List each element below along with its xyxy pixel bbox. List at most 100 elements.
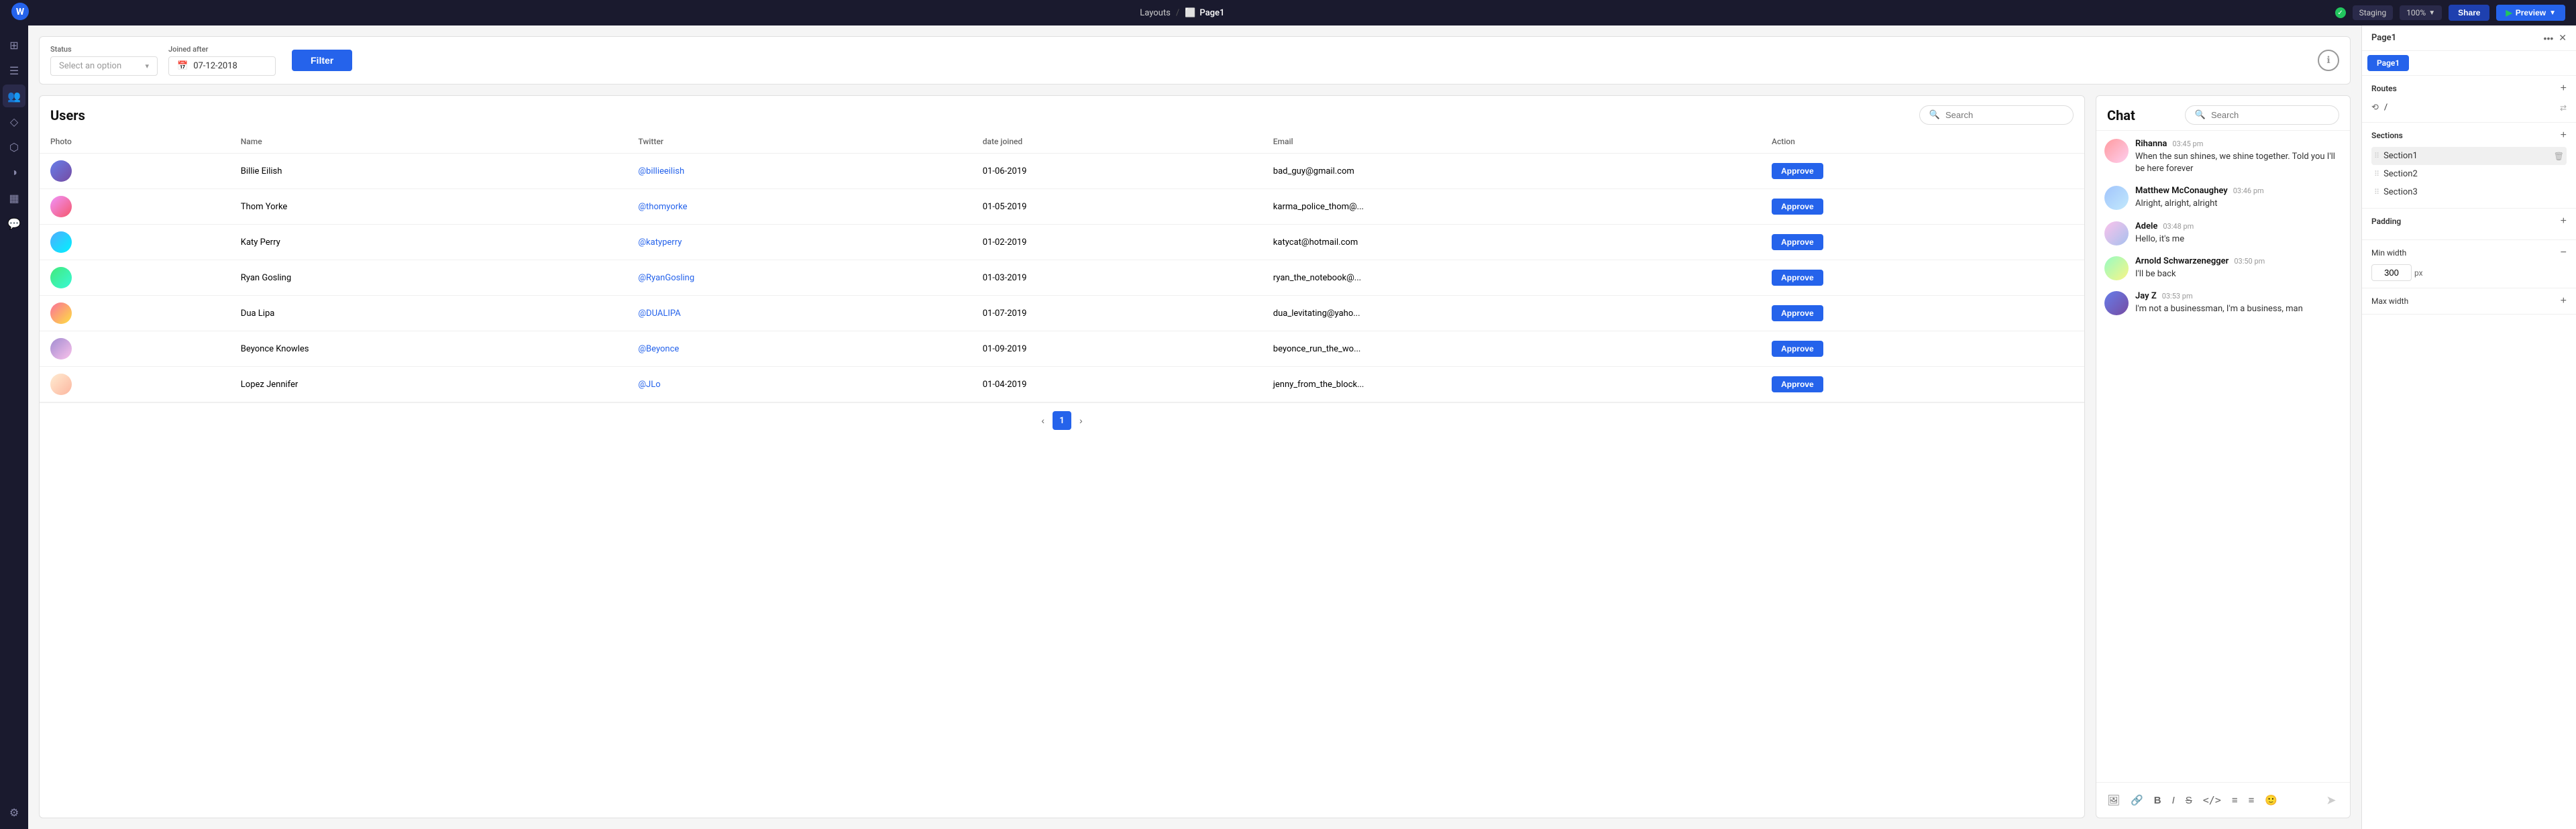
- add-padding-button[interactable]: +: [2561, 215, 2567, 227]
- sidebar-icon-list[interactable]: ☰: [3, 59, 25, 82]
- approve-button[interactable]: Approve: [1772, 270, 1823, 286]
- share-button[interactable]: Share: [2449, 5, 2489, 21]
- users-search-box[interactable]: 🔍: [1919, 105, 2074, 125]
- cell-date: 01-09-2019: [972, 331, 1263, 367]
- twitter-link[interactable]: @JLo: [638, 380, 660, 390]
- twitter-link[interactable]: @katyperry: [638, 237, 682, 247]
- sidebar-icon-shapes[interactable]: ◇: [3, 110, 25, 133]
- approve-button[interactable]: Approve: [1772, 199, 1823, 215]
- sidebar-icon-layers[interactable]: ◑: [3, 161, 25, 184]
- twitter-link[interactable]: @thomyorke: [638, 202, 687, 212]
- twitter-link[interactable]: @RyanGosling: [638, 273, 694, 283]
- status-select[interactable]: Select an option ▾: [50, 56, 158, 76]
- cell-email: dua_levitating@yaho...: [1263, 296, 1761, 331]
- max-width-add-button[interactable]: +: [2561, 295, 2567, 307]
- code-button[interactable]: </>: [2200, 793, 2224, 808]
- table-row: Thom Yorke @thomyorke 01-05-2019 karma_p…: [40, 189, 2084, 225]
- next-page-button[interactable]: ›: [1079, 415, 1083, 426]
- table-row: Katy Perry @katyperry 01-02-2019 katycat…: [40, 225, 2084, 260]
- user-avatar: [50, 196, 72, 217]
- date-value: 07-12-2018: [193, 61, 237, 71]
- topbar-logo[interactable]: W: [11, 2, 30, 23]
- filter-button[interactable]: Filter: [292, 50, 352, 71]
- send-button[interactable]: ➤: [2320, 789, 2342, 811]
- more-options-button[interactable]: •••: [2544, 33, 2554, 44]
- sidebar-icon-apps[interactable]: ⊞: [3, 34, 25, 56]
- chat-toolbar: 🖼 🔗 B I S </> ≡ ≡ 🙂 ➤: [2096, 782, 2350, 818]
- image-button[interactable]: 🖼: [2104, 793, 2123, 808]
- sidebar-icon-settings[interactable]: ⚙: [3, 801, 25, 824]
- date-input[interactable]: 📅 07-12-2018: [168, 56, 276, 76]
- table-row: Dua Lipa @DUALIPA 01-07-2019 dua_levitat…: [40, 296, 2084, 331]
- filter-bar: Status Select an option ▾ Joined after 📅…: [39, 36, 2351, 85]
- cell-name: Beyonce Knowles: [230, 331, 628, 367]
- chat-message-content: Jay Z 03:53 pm I'm not a businessman, I'…: [2135, 291, 2342, 315]
- approve-button[interactable]: Approve: [1772, 234, 1823, 250]
- approve-button[interactable]: Approve: [1772, 341, 1823, 357]
- min-width-minus-button[interactable]: −: [2561, 247, 2567, 259]
- info-icon[interactable]: ℹ: [2318, 50, 2339, 71]
- sidebar-icon-users[interactable]: 👥: [3, 85, 25, 107]
- layouts-link[interactable]: Layouts: [1140, 8, 1171, 18]
- bold-button[interactable]: B: [2151, 793, 2164, 808]
- staging-check-icon: ✓: [2335, 7, 2346, 18]
- cell-twitter: @katyperry: [627, 225, 971, 260]
- preview-button[interactable]: ▶ Preview ▼: [2496, 5, 2565, 21]
- close-sidebar-button[interactable]: ✕: [2559, 32, 2567, 44]
- chat-message-header: Adele 03:48 pm: [2135, 221, 2342, 231]
- min-width-unit: px: [2414, 268, 2423, 278]
- route-edit-button[interactable]: ⇄: [2560, 103, 2567, 113]
- chat-sender-name: Adele: [2135, 221, 2157, 231]
- approve-button[interactable]: Approve: [1772, 163, 1823, 179]
- right-sidebar-header: Page1 ••• ✕: [2362, 25, 2576, 51]
- cell-action: Approve: [1761, 296, 2084, 331]
- cell-email: karma_police_thom@...: [1263, 189, 1761, 225]
- cell-twitter: @thomyorke: [627, 189, 971, 225]
- sidebar-icon-chat[interactable]: 💬: [3, 212, 25, 235]
- link-button[interactable]: 🔗: [2128, 793, 2146, 808]
- users-panel-header: Users 🔍: [40, 96, 2084, 130]
- twitter-link[interactable]: @DUALIPA: [638, 309, 680, 319]
- chat-message: Matthew McConaughey 03:46 pm Alright, al…: [2104, 186, 2342, 210]
- max-width-row: Max width +: [2371, 295, 2567, 307]
- cell-action: Approve: [1761, 260, 2084, 296]
- section-item[interactable]: ⠿ Section2: [2371, 165, 2567, 183]
- ul-button[interactable]: ≡: [2229, 793, 2241, 808]
- twitter-link[interactable]: @billieeilish: [638, 166, 684, 176]
- min-width-input[interactable]: [2371, 264, 2412, 281]
- approve-button[interactable]: Approve: [1772, 376, 1823, 392]
- zoom-control[interactable]: 100% ▼: [2400, 5, 2442, 20]
- chat-header: Chat 🔍: [2096, 96, 2350, 131]
- chat-message: Jay Z 03:53 pm I'm not a businessman, I'…: [2104, 291, 2342, 315]
- sidebar-icon-chart[interactable]: ▦: [3, 186, 25, 209]
- italic-button[interactable]: I: [2169, 793, 2178, 808]
- strikethrough-button[interactable]: S: [2183, 793, 2195, 808]
- cell-date: 01-02-2019: [972, 225, 1263, 260]
- sidebar-icon-tag[interactable]: ⬡: [3, 135, 25, 158]
- cell-action: Approve: [1761, 331, 2084, 367]
- page-number-1[interactable]: 1: [1053, 411, 1071, 430]
- chat-search-box[interactable]: 🔍: [2185, 105, 2339, 125]
- ol-button[interactable]: ≡: [2246, 793, 2257, 808]
- section-item[interactable]: ⠿ Section1 🗑: [2371, 147, 2567, 165]
- emoji-button[interactable]: 🙂: [2262, 793, 2280, 808]
- chat-search-input[interactable]: [2211, 110, 2329, 120]
- padding-title: Padding: [2371, 217, 2401, 226]
- twitter-link[interactable]: @Beyonce: [638, 344, 679, 354]
- chat-message: Adele 03:48 pm Hello, it's me: [2104, 221, 2342, 245]
- status-filter-group: Status Select an option ▾: [50, 45, 158, 76]
- add-route-button[interactable]: +: [2561, 82, 2567, 95]
- approve-button[interactable]: Approve: [1772, 305, 1823, 321]
- cell-photo: [40, 154, 230, 189]
- page1-tab[interactable]: Page1: [2367, 55, 2409, 71]
- chat-message-content: Adele 03:48 pm Hello, it's me: [2135, 221, 2342, 245]
- cell-action: Approve: [1761, 154, 2084, 189]
- padding-section: Padding +: [2362, 209, 2576, 240]
- add-section-button[interactable]: +: [2561, 129, 2567, 142]
- section-item[interactable]: ⠿ Section3: [2371, 183, 2567, 201]
- delete-section-button[interactable]: 🗑: [2554, 152, 2564, 161]
- cell-name: Thom Yorke: [230, 189, 628, 225]
- prev-page-button[interactable]: ‹: [1041, 415, 1044, 426]
- users-search-input[interactable]: [1945, 110, 2063, 120]
- main-area: Status Select an option ▾ Joined after 📅…: [28, 25, 2361, 829]
